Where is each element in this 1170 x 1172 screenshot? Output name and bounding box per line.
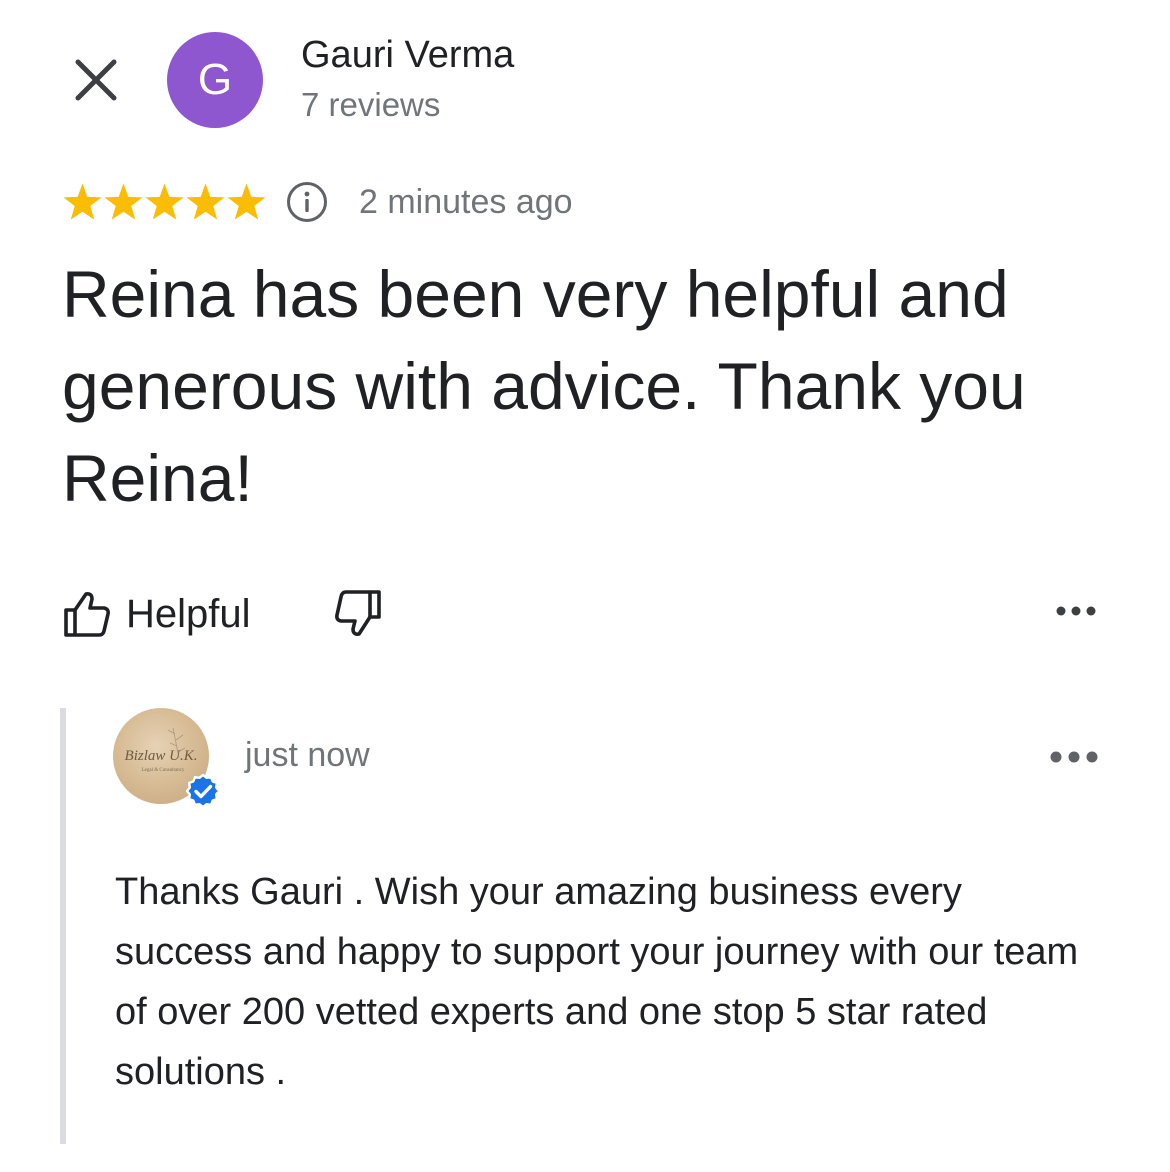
star-icon [186,183,225,220]
reviewer-review-count: 7 reviews [301,86,441,123]
star-icon [104,183,143,220]
reviewer-avatar[interactable]: G [167,32,263,128]
review-text: Reina has been very helpful and generous… [62,257,1026,515]
star-rating [62,182,267,223]
reviewer-initial: G [197,55,233,104]
reply-divider [60,708,66,1144]
verified-badge-icon [185,773,221,809]
more-options-icon [1056,606,1096,616]
star-icon [63,183,102,220]
reply-text: Thanks Gauri . Wish your amazing busines… [115,871,1079,1093]
more-options-icon [1050,751,1098,763]
review-actions: Helpful [62,584,383,644]
reply-more-options-button[interactable] [1046,742,1102,772]
review-timestamp: 2 minutes ago [359,182,573,221]
info-icon[interactable] [285,180,329,224]
thumb-up-icon [64,592,110,637]
review-more-options-button[interactable] [1048,596,1104,626]
reply-timestamp: just now [245,736,370,774]
star-icon [227,183,266,220]
rating-row: 2 minutes ago [62,176,573,228]
reviewer-name[interactable]: Gauri Verma [301,34,514,77]
owner-logo-text: Bizlaw U.K. [125,748,198,764]
helpful-label: Helpful [126,591,251,636]
close-icon [75,59,117,101]
star-icon [145,183,184,220]
thumb-down-icon [334,590,381,636]
close-button[interactable] [62,46,130,114]
helpful-button[interactable]: Helpful [62,589,251,639]
not-helpful-button[interactable] [329,587,383,641]
owner-logo-subtext: Legal & Consultancy [142,768,185,773]
